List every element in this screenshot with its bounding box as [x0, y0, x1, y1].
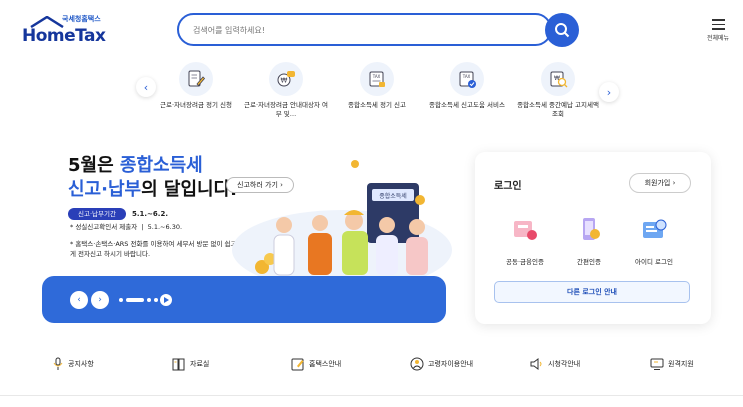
archive-icon [172, 358, 185, 371]
banner-prev-button[interactable]: ‹ [70, 291, 88, 309]
calculator-label: 종합소득세 [379, 192, 407, 200]
hamburger-icon [711, 19, 725, 30]
svg-text:₩: ₩ [281, 77, 288, 85]
chevron-left-icon: ‹ [77, 295, 81, 305]
signup-label: 회원가입 [644, 179, 671, 187]
guide-icon [291, 358, 304, 371]
nav-notice[interactable]: 공지사항 [52, 357, 94, 371]
nav-senior[interactable]: 고령자이용안내 [410, 357, 473, 371]
banner-play-button[interactable] [160, 294, 172, 306]
person-doctor [273, 217, 295, 276]
note-line: * 성실신고확인서 제출자 | 5.1.~6.30. [70, 223, 183, 231]
pagination-dot[interactable] [154, 298, 158, 302]
mobile-auth-icon [583, 218, 600, 240]
login-option-label: 아이디 로그인 [635, 258, 673, 266]
taxpayers-illustration: 종합소득세 [232, 160, 452, 285]
login-option-certificate[interactable]: 공동·금융인증 [495, 216, 555, 266]
chevron-right-icon: › [606, 85, 612, 99]
nav-label: 자료실 [190, 360, 210, 368]
logo-subtitle: 국세청홈택스 [62, 15, 101, 23]
chevron-right-icon: › [672, 179, 676, 187]
svg-text:TAX: TAX [372, 74, 381, 79]
quick-menu-item[interactable]: ₩ 근로·자녀장려금 안내대상자 여부 및… [243, 62, 329, 119]
note-value: 5.1.~6.30. [147, 223, 183, 231]
nav-label: 공지사항 [68, 360, 94, 368]
note-label: * 성실신고확인서 제출자 [70, 223, 138, 231]
quick-menu-item[interactable]: TAX 종합소득세 신고도움 서비스 [424, 62, 510, 110]
edit-document-icon [179, 62, 213, 96]
all-menu-button[interactable]: 전체메뉴 [703, 16, 733, 42]
nav-archive[interactable]: 자료실 [172, 357, 209, 371]
banner-headline: 5월은 종합소득세 신고·납부의 달입니다. [68, 154, 237, 202]
quick-menu-label: 종합소득세 신고도움 서비스 [429, 101, 505, 109]
svg-text:TAX: TAX [462, 74, 471, 79]
chevron-right-icon: › [98, 295, 102, 305]
quick-menu-item[interactable]: 근로·자녀장려금 정기 신청 [153, 62, 239, 110]
nav-label: 고령자이용안내 [428, 360, 474, 368]
nav-label: 홈택스안내 [309, 360, 342, 368]
search-box [177, 13, 552, 46]
login-option-label: 간편인증 [577, 258, 601, 266]
logo-text: HomeTax [22, 26, 106, 46]
quick-menu-label: 종합소득세 중간예납 고지세액 조회 [517, 101, 599, 118]
search-button[interactable] [545, 13, 579, 47]
monitor-icon [650, 358, 664, 370]
search-input[interactable] [193, 21, 523, 39]
login-option-simple[interactable]: 간편인증 [559, 216, 619, 266]
quick-menu-item[interactable]: TAX 종합소득세 정기 신고 [334, 62, 420, 110]
nav-label: 시청각안내 [548, 360, 581, 368]
quick-menu-label: 근로·자녀장려금 안내대상자 여부 및… [244, 101, 328, 118]
person-casual [406, 219, 428, 275]
period-badge: 신고·납부기간 [68, 208, 126, 220]
certificate-icon [514, 221, 537, 240]
nav-guide[interactable]: 홈택스안내 [291, 357, 341, 371]
speaker-icon [530, 358, 542, 370]
person-office [376, 217, 398, 275]
signup-button[interactable]: 회원가입 › [629, 173, 691, 193]
won-search-icon: ₩ [541, 62, 575, 96]
pagination-dot[interactable] [147, 298, 151, 302]
nav-remote-support[interactable]: 원격지원 [650, 357, 694, 371]
chevron-left-icon: ‹ [143, 80, 149, 94]
quick-menu-label: 종합소득세 정기 신고 [348, 101, 406, 109]
won-chat-icon: ₩ [269, 62, 303, 96]
banner-pagination [119, 298, 158, 302]
login-option-id[interactable]: 아이디 로그인 [624, 216, 684, 266]
other-login-button[interactable]: 다른 로그인 안내 [494, 281, 690, 303]
headline-highlight: 신고·납부 [68, 179, 142, 200]
search-icon [555, 23, 570, 38]
pagination-dot-active[interactable] [126, 298, 144, 302]
nav-audiovisual[interactable]: 시청각안내 [530, 357, 580, 371]
tax-check-icon: TAX [450, 62, 484, 96]
all-menu-label: 전체메뉴 [706, 34, 730, 42]
quick-menu-item[interactable]: ₩ 종합소득세 중간예납 고지세액 조회 [515, 62, 601, 119]
play-icon [164, 297, 169, 303]
pagination-dot[interactable] [119, 298, 123, 302]
quick-menu-next-button[interactable]: › [599, 82, 619, 102]
id-login-icon [643, 219, 667, 238]
nav-label: 원격지원 [668, 360, 694, 368]
login-option-label: 공동·금융인증 [506, 258, 544, 266]
headline-text: 5월은 [68, 155, 120, 176]
banner-next-button[interactable]: › [91, 291, 109, 309]
period-value: 5.1.~6.2. [132, 210, 168, 218]
senior-icon [410, 357, 424, 371]
headline-highlight: 종합소득세 [119, 155, 203, 176]
login-title: 로그인 [494, 181, 522, 192]
divider [0, 395, 743, 396]
tax-form-icon: TAX [360, 62, 394, 96]
hometax-logo[interactable]: 국세청홈택스 HomeTax [22, 14, 112, 48]
microphone-icon [53, 357, 63, 370]
quick-menu-label: 근로·자녀장려금 정기 신청 [160, 101, 232, 109]
